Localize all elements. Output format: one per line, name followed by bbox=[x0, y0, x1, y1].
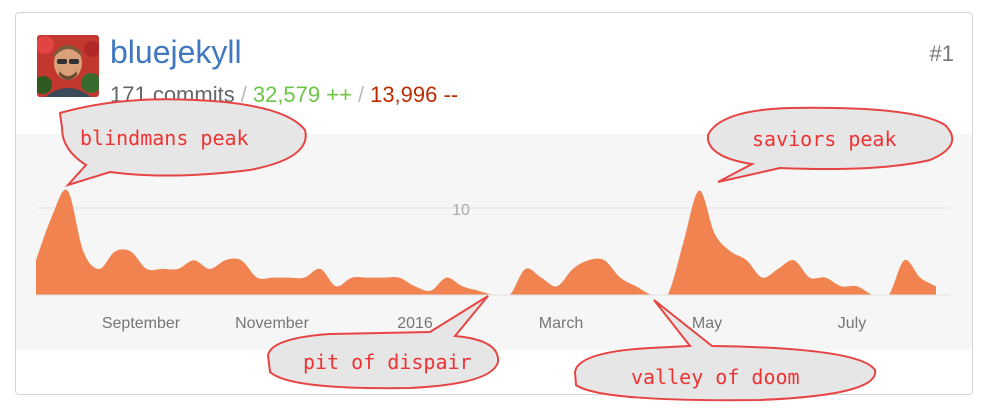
callout-pit-of-dispair: pit of dispair bbox=[266, 295, 500, 390]
callout-label: valley of doom bbox=[631, 365, 800, 389]
callout-layer: blindmans peak saviors peak pit of dispa… bbox=[58, 98, 954, 402]
callout-saviors-peak: saviors peak bbox=[707, 106, 954, 183]
callout-label: blindmans peak bbox=[80, 126, 249, 150]
callout-label: pit of dispair bbox=[303, 350, 472, 374]
callout-blindmans-peak: blindmans peak bbox=[58, 98, 307, 188]
callout-valley-of-doom: valley of doom bbox=[573, 299, 877, 402]
callout-label: saviors peak bbox=[752, 127, 897, 151]
